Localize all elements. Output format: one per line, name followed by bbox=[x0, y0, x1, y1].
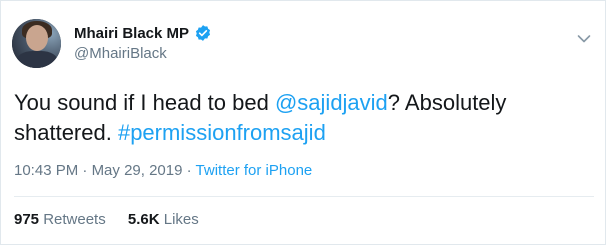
mention-link[interactable]: @sajidjavid bbox=[275, 90, 388, 115]
hashtag-link[interactable]: #permissionfromsajid bbox=[118, 120, 326, 145]
retweets-count: 975 bbox=[14, 211, 40, 228]
chevron-down-icon[interactable] bbox=[577, 31, 591, 43]
avatar-face bbox=[26, 25, 48, 51]
verified-badge-icon bbox=[194, 24, 212, 42]
meta-separator-2: · bbox=[182, 162, 196, 179]
tweet-stats: 975 Retweets 5.6K Likes bbox=[14, 211, 217, 228]
tweet-date[interactable]: May 29, 2019 bbox=[92, 162, 183, 179]
tweet-source-link[interactable]: Twitter for iPhone bbox=[196, 162, 313, 179]
tweet-card: Mhairi Black MP @MhairiBlack You sound i… bbox=[0, 0, 606, 245]
retweets-stat[interactable]: 975 Retweets bbox=[14, 211, 106, 228]
tweet-text: You sound if I head to bed @sajidjavid? … bbox=[14, 88, 574, 148]
avatar[interactable] bbox=[12, 19, 61, 68]
tweet-time[interactable]: 10:43 PM bbox=[14, 162, 78, 179]
likes-count: 5.6K bbox=[127, 211, 160, 228]
author-name-row[interactable]: Mhairi Black MP bbox=[74, 24, 212, 42]
meta-separator: · bbox=[78, 162, 92, 179]
author-handle[interactable]: @MhairiBlack bbox=[74, 45, 167, 62]
retweets-label: Retweets bbox=[39, 211, 106, 228]
likes-stat[interactable]: 5.6K Likes bbox=[128, 211, 199, 228]
likes-label: Likes bbox=[159, 211, 199, 228]
author-name[interactable]: Mhairi Black MP bbox=[74, 25, 189, 42]
avatar-body bbox=[16, 51, 58, 68]
divider bbox=[14, 196, 594, 197]
tweet-meta: 10:43 PM · May 29, 2019 · Twitter for iP… bbox=[14, 162, 312, 179]
tweet-text-part-1: You sound if I head to bed bbox=[14, 90, 275, 115]
